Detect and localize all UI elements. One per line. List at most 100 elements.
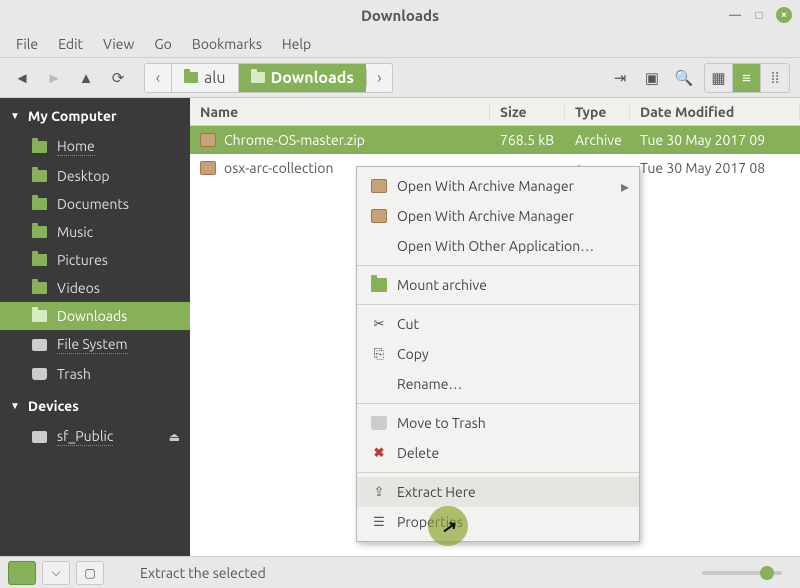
path-segment-alu[interactable]: alu bbox=[171, 64, 238, 92]
cm-cut[interactable]: ✂Cut bbox=[357, 309, 639, 339]
column-headers: Name Size Type Date Modified bbox=[190, 98, 800, 126]
separator bbox=[357, 403, 639, 404]
menu-help[interactable]: Help bbox=[272, 33, 321, 55]
path-next-button[interactable]: › bbox=[366, 69, 392, 87]
sidebar-item-pictures[interactable]: Pictures bbox=[0, 246, 190, 274]
back-button[interactable]: ◄ bbox=[10, 66, 34, 90]
cm-extract-here[interactable]: ⇪Extract Here bbox=[357, 477, 639, 507]
sidebar-item-videos[interactable]: Videos bbox=[0, 274, 190, 302]
sidebar-group-label: Devices bbox=[28, 398, 79, 414]
sidebar-item-label: Pictures bbox=[57, 252, 108, 268]
sidebar-item-label: Trash bbox=[57, 366, 91, 382]
zoom-slider[interactable] bbox=[702, 571, 782, 575]
window-title: Downloads bbox=[361, 7, 439, 24]
sidebar-item-documents[interactable]: Documents bbox=[0, 190, 190, 218]
col-name[interactable]: Name bbox=[190, 104, 490, 120]
sidebar-item-label: Home bbox=[57, 138, 95, 156]
col-date[interactable]: Date Modified bbox=[630, 104, 800, 120]
sidebar-item-label: Downloads bbox=[57, 308, 127, 324]
sidebar-item-label: Desktop bbox=[57, 168, 110, 184]
cm-mount-archive[interactable]: Mount archive bbox=[357, 270, 639, 300]
maximize-button[interactable]: □ bbox=[752, 8, 766, 22]
folder-icon bbox=[16, 568, 27, 577]
minimize-button[interactable]: — bbox=[728, 8, 742, 22]
cm-move-to-trash[interactable]: Move to Trash bbox=[357, 408, 639, 438]
folder-icon bbox=[32, 254, 47, 266]
sidebar-item-trash[interactable]: Trash bbox=[0, 360, 190, 388]
drive-icon bbox=[32, 431, 47, 443]
folder-icon bbox=[32, 198, 47, 210]
sidebar-tree-toggle[interactable]: ⌵ bbox=[42, 561, 70, 585]
new-terminal-button[interactable]: ▣ bbox=[640, 66, 664, 90]
cm-open-archive-manager-default[interactable]: Open With Archive Manager ▸ bbox=[357, 171, 639, 201]
sidebar-item-downloads[interactable]: Downloads bbox=[0, 302, 190, 330]
cm-open-other[interactable]: Open With Other Application… bbox=[357, 231, 639, 261]
cm-rename[interactable]: Rename… bbox=[357, 369, 639, 399]
menu-view[interactable]: View bbox=[93, 33, 144, 55]
path-segment-downloads[interactable]: Downloads bbox=[238, 64, 366, 92]
cm-delete[interactable]: ✖Delete bbox=[357, 438, 639, 468]
menubar: File Edit View Go Bookmarks Help bbox=[0, 30, 800, 58]
folder-icon bbox=[184, 72, 198, 83]
icon-view-button[interactable]: ▦ bbox=[705, 64, 733, 92]
sidebar-places-toggle[interactable] bbox=[8, 561, 36, 585]
file-name: Chrome-OS-master.zip bbox=[224, 132, 365, 148]
drive-icon bbox=[32, 339, 47, 351]
sidebar-item-filesystem[interactable]: File System bbox=[0, 330, 190, 360]
sidebar-item-label: File System bbox=[57, 336, 128, 354]
menu-bookmarks[interactable]: Bookmarks bbox=[182, 33, 272, 55]
list-view-button[interactable]: ≡ bbox=[733, 64, 761, 92]
trash-icon bbox=[32, 368, 47, 380]
sidebar-item-label: Music bbox=[57, 224, 93, 240]
pathbar: ‹ alu Downloads › bbox=[144, 63, 393, 93]
sidebar: ▼ My Computer Home Desktop Documents Mus… bbox=[0, 98, 190, 556]
view-mode-group: ▦ ≡ ⁞⁞ bbox=[704, 63, 790, 93]
cm-label: Rename… bbox=[397, 376, 462, 392]
separator bbox=[357, 304, 639, 305]
up-button[interactable]: ▲ bbox=[74, 66, 98, 90]
compact-view-button[interactable]: ⁞⁞ bbox=[761, 64, 789, 92]
sidebar-item-home[interactable]: Home bbox=[0, 132, 190, 162]
sidebar-item-music[interactable]: Music bbox=[0, 218, 190, 246]
sidebar-group-devices[interactable]: ▼ Devices bbox=[0, 388, 190, 422]
file-date: Tue 30 May 2017 08 bbox=[630, 160, 800, 176]
file-size: 768.5 kB bbox=[490, 132, 565, 148]
sidebar-item-label: Documents bbox=[57, 196, 129, 212]
cm-label: Open With Other Application… bbox=[397, 238, 594, 254]
cm-label: Properties bbox=[397, 514, 463, 530]
cm-label: Open With Archive Manager bbox=[397, 178, 574, 194]
menu-file[interactable]: File bbox=[6, 33, 48, 55]
folder-icon bbox=[32, 282, 47, 294]
close-sidebar-button[interactable]: ▢ bbox=[76, 561, 104, 585]
sidebar-item-desktop[interactable]: Desktop bbox=[0, 162, 190, 190]
cm-label: Mount archive bbox=[397, 277, 487, 293]
search-button[interactable]: 🔍 bbox=[672, 66, 696, 90]
sidebar-group-my-computer[interactable]: ▼ My Computer bbox=[0, 98, 190, 132]
eject-icon[interactable]: ⏏ bbox=[169, 430, 180, 444]
menu-edit[interactable]: Edit bbox=[48, 33, 93, 55]
trash-icon bbox=[371, 416, 387, 430]
file-row[interactable]: Chrome-OS-master.zip 768.5 kB Archive Tu… bbox=[190, 126, 800, 154]
location-toggle-button[interactable]: ⇥ bbox=[608, 66, 632, 90]
folder-icon bbox=[32, 170, 47, 182]
cm-open-archive-manager[interactable]: Open With Archive Manager bbox=[357, 201, 639, 231]
close-button[interactable]: × bbox=[776, 7, 792, 23]
cm-label: Extract Here bbox=[397, 484, 476, 500]
separator bbox=[357, 472, 639, 473]
col-size[interactable]: Size bbox=[490, 104, 565, 120]
cm-label: Move to Trash bbox=[397, 415, 486, 431]
path-prev-button[interactable]: ‹ bbox=[145, 69, 171, 87]
archive-icon bbox=[371, 179, 387, 193]
cm-label: Delete bbox=[397, 445, 439, 461]
cm-copy[interactable]: ⎘Copy bbox=[357, 339, 639, 369]
cm-properties[interactable]: ☰Properties bbox=[357, 507, 639, 537]
menu-go[interactable]: Go bbox=[144, 33, 181, 55]
cm-label: Copy bbox=[397, 346, 429, 362]
submenu-arrow-icon: ▸ bbox=[621, 177, 629, 196]
folder-icon bbox=[32, 141, 47, 153]
col-type[interactable]: Type bbox=[565, 104, 630, 120]
reload-button[interactable]: ⟳ bbox=[106, 66, 130, 90]
path-label: Downloads bbox=[271, 69, 354, 87]
path-label: alu bbox=[204, 69, 226, 87]
sidebar-item-sf-public[interactable]: sf_Public⏏ bbox=[0, 422, 190, 452]
